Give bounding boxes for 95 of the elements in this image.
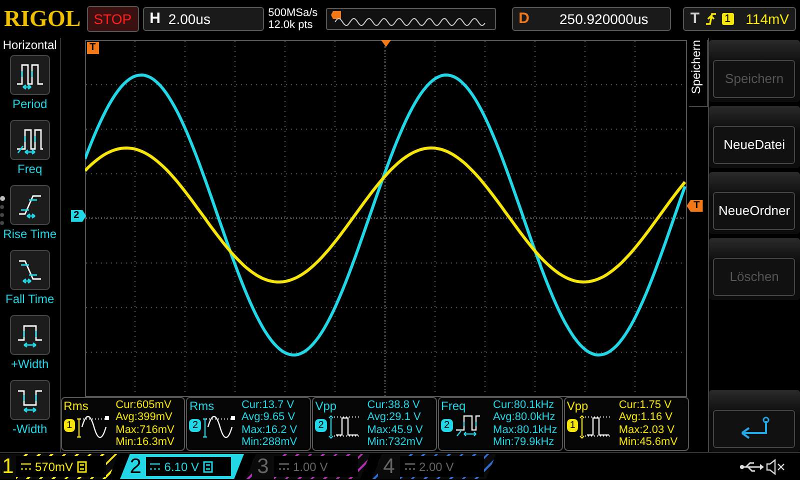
page-dot[interactable] — [0, 196, 5, 201]
measurement-reading: Min:79.9kHz — [493, 436, 556, 449]
measurement-reading: Avg:399mV — [116, 411, 174, 424]
measurement-panel[interactable]: Rms 2 Cur:13.7 V Avg:9.65 V Max:16.2 V Min:288mV — [186, 396, 312, 451]
channel-badge: 2 — [441, 419, 453, 432]
menu-button[interactable]: NeueOrdner — [713, 192, 796, 230]
measurement-reading: Avg:1.16 V — [618, 411, 674, 424]
measurement-reading: Max:716mV — [116, 424, 174, 436]
menu-title: Speichern — [688, 40, 708, 107]
measurement-name: Freq — [441, 398, 467, 413]
measure-button[interactable] — [10, 250, 50, 290]
timebase-label: H — [150, 10, 160, 28]
measurement-reading: Avg:80.0kHz — [493, 411, 556, 424]
measure-label: Period — [12, 96, 48, 111]
channel-number: 2 — [128, 454, 142, 480]
measurement-name: Vpp — [566, 398, 590, 413]
delay-panel[interactable]: D 250.920000us — [512, 6, 672, 31]
run-state[interactable]: STOP — [86, 6, 139, 32]
page-dot[interactable] — [0, 220, 4, 225]
measure-label: Fall Time — [5, 292, 54, 306]
channel-scale: 1.00 V — [293, 460, 328, 474]
measure-button[interactable] — [10, 314, 50, 355]
dc-coupling-icon — [279, 462, 289, 471]
timebase-value: 2.00us — [168, 10, 210, 27]
delay-value: 250.920000us — [560, 10, 648, 27]
measurement-name: Rms — [189, 398, 216, 413]
measurement-reading: Cur:38.8 V — [367, 398, 421, 412]
sidebar-title: Horizontal — [2, 38, 57, 52]
channel-badge: 1 — [566, 419, 578, 432]
measurement-reading: Cur:80.1kHz — [493, 398, 556, 412]
measurement-reading: Min:732mV — [367, 436, 423, 449]
measurement-reading: Cur:1.75 V — [618, 398, 672, 412]
measure-button[interactable] — [10, 120, 50, 160]
channel-tab[interactable]: 3 1.00 V — [246, 454, 370, 480]
trigger-level: 114mV — [746, 10, 789, 27]
measure-label: +Width — [10, 356, 49, 371]
channel-badge: 2 — [189, 419, 202, 432]
brand-logo: RIGOL — [4, 6, 81, 32]
dc-coupling-icon — [20, 462, 31, 471]
usb-icon — [740, 460, 764, 473]
delay-label: D — [518, 10, 530, 28]
measure-button[interactable] — [10, 184, 50, 225]
channel-number: 4 — [378, 454, 400, 480]
channel-number: 3 — [252, 454, 274, 480]
trigger-position-icon — [380, 40, 391, 47]
timebase-panel[interactable]: H 2.00us — [142, 6, 264, 31]
measurement-reading: Avg:29.1 V — [367, 411, 422, 424]
channel-badge: 1 — [64, 419, 76, 432]
dc-coupling-icon — [405, 462, 415, 471]
measurement-reading: Cur:605mV — [116, 398, 172, 412]
channel-marker[interactable]: 2 — [70, 210, 86, 222]
channel-scale: 6.10 V — [164, 460, 199, 474]
page-dot[interactable] — [0, 212, 4, 217]
channel-scale: 570mV — [34, 460, 73, 474]
channel-scale: 2.00 V — [419, 460, 454, 474]
measurement-reading: Max:2.03 V — [618, 424, 676, 436]
dc-coupling-icon — [150, 462, 160, 471]
trigger-marker[interactable]: T — [686, 200, 703, 212]
measurement-panel[interactable]: Freq 2 Cur:80.1kHz Avg:80.0kHz Max:80.1kHz Min:79.9kHz — [438, 396, 563, 451]
measure-label: Rise Time — [3, 226, 56, 241]
channel-tab[interactable]: 4 2.00 V — [372, 454, 496, 480]
measurement-name: Rms — [64, 398, 90, 413]
page-dot[interactable] — [0, 204, 4, 209]
measure-button[interactable] — [10, 380, 50, 420]
measurement-reading: Min:16.3mV — [116, 436, 174, 449]
channel-badge: 2 — [315, 419, 327, 432]
channel-number: 1 — [0, 454, 16, 480]
measure-label: Freq — [17, 162, 42, 176]
measurement-name: Vpp — [315, 398, 338, 413]
rising-edge-icon — [706, 12, 716, 26]
measurement-reading: Min:288mV — [241, 436, 298, 449]
channel-tab[interactable]: 1 570mV — [0, 454, 118, 480]
measurement-reading: Max:45.9 V — [367, 424, 423, 436]
measurement-reading: Avg:9.65 V — [241, 411, 296, 424]
trigger-label: T — [690, 10, 700, 28]
memory-depth: 12.0k pts — [268, 18, 314, 31]
measurement-reading: Min:45.6mV — [618, 436, 678, 449]
channel-tab[interactable]: 2 6.10 V — [120, 454, 244, 480]
measurement-panel[interactable]: Vpp 2 Cur:38.8 V Avg:29.1 V Max:45.9 V Min:732mV — [312, 396, 438, 451]
measurement-panel[interactable]: Vpp 1 Cur:1.75 V Avg:1.16 V Max:2.03 V Min:45.6mV — [564, 396, 689, 451]
menu-button[interactable]: NeueDatei — [713, 126, 796, 164]
pulse-icon — [328, 412, 362, 439]
trigger-source: 1 — [722, 12, 734, 25]
mute-icon — [766, 458, 786, 475]
measurement-reading: Max:80.1kHz — [493, 424, 558, 436]
bandwidth-limit-icon — [203, 460, 213, 473]
measurement-panel[interactable]: Rms 1 Cur:605mV Avg:399mV Max:716mV Min:16.3mV — [60, 396, 186, 451]
measurement-reading: Max:16.2 V — [241, 424, 298, 436]
trigger-panel[interactable]: T 1 114mV — [683, 6, 796, 31]
back-button[interactable] — [713, 410, 796, 448]
sample-rate: 500MSa/s — [268, 6, 318, 19]
measure-label: -Width — [12, 422, 48, 436]
measure-button[interactable] — [10, 54, 50, 95]
measurement-reading: Cur:13.7 V — [241, 398, 296, 412]
bandwidth-limit-icon — [77, 460, 87, 473]
